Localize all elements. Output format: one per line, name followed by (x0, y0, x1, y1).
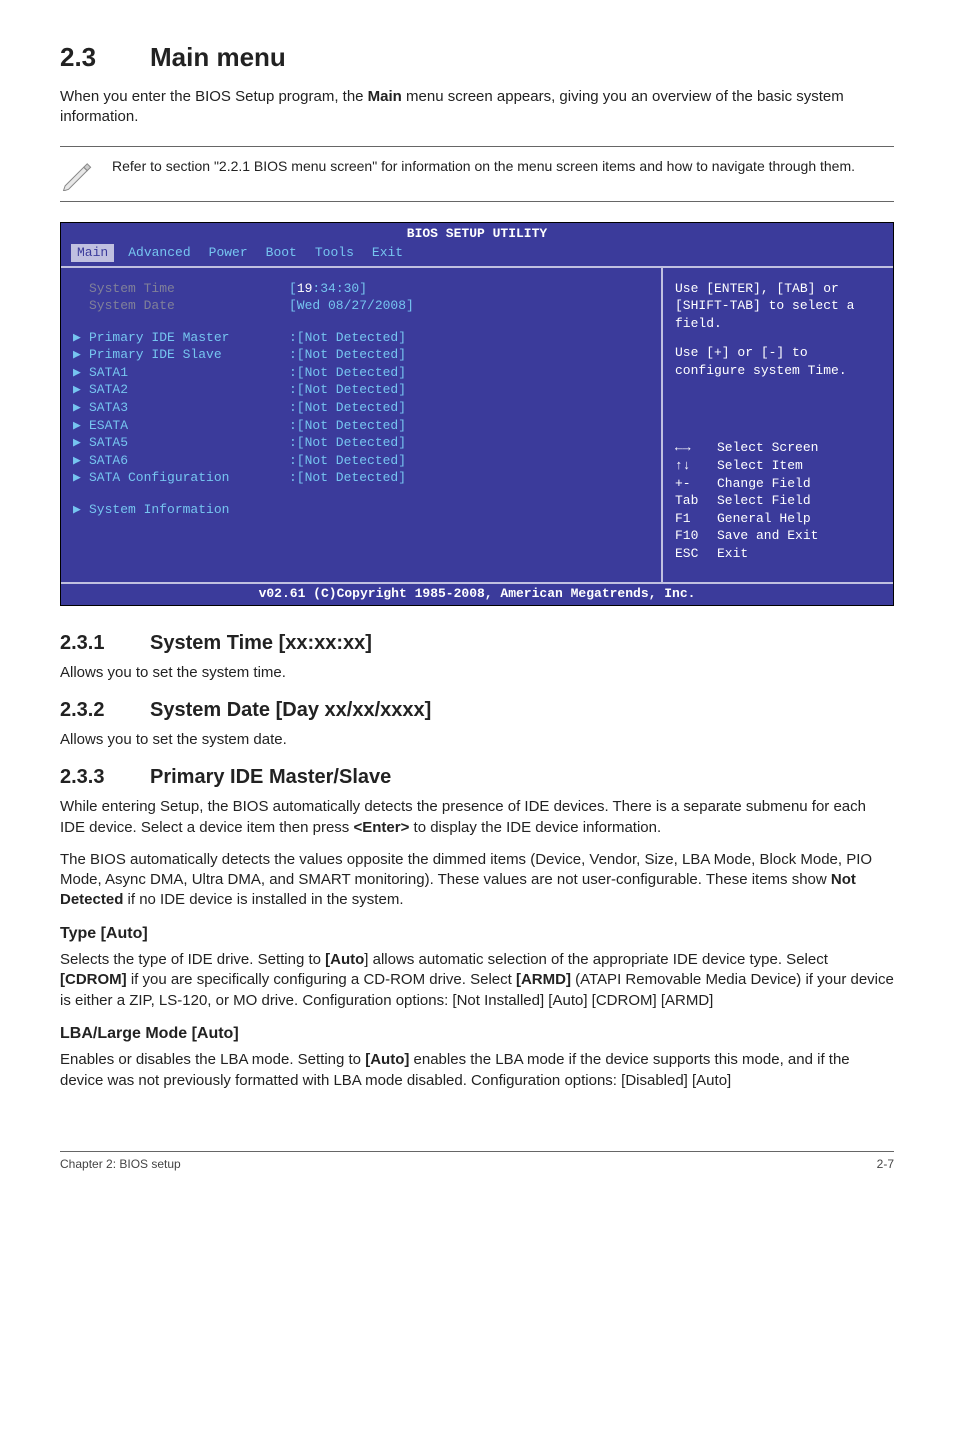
triangle-right-icon: ▶ (73, 346, 89, 364)
bios-tab-exit[interactable]: Exit (372, 244, 421, 262)
section-number: 2.3 (60, 40, 150, 75)
bios-item[interactable]: SATA2 (89, 381, 289, 399)
subsection-heading: 2.3.2System Date [Day xx/xx/xxxx] (60, 697, 894, 724)
bios-title: BIOS SETUP UTILITY (61, 223, 893, 245)
footer-page-number: 2-7 (877, 1156, 894, 1172)
key-arrows-ud-icon: ↑↓ (675, 457, 717, 475)
triangle-right-icon: ▶ (73, 381, 89, 399)
bios-tab-power[interactable]: Power (209, 244, 266, 262)
bios-item[interactable]: SATA5 (89, 434, 289, 452)
bios-item[interactable]: SATA Configuration (89, 469, 289, 487)
pencil-icon (60, 157, 94, 191)
bios-help-text-2: Use [+] or [-] to configure system Time. (675, 344, 883, 379)
triangle-right-icon: ▶ (73, 501, 89, 519)
subsection-heading: 2.3.3Primary IDE Master/Slave (60, 764, 894, 791)
bios-system-date-label[interactable]: System Date (89, 297, 289, 315)
bios-key-legend: ←→Select Screen ↑↓Select Item +-Change F… (675, 439, 883, 562)
bios-screenshot: BIOS SETUP UTILITY Main Advanced Power B… (60, 222, 894, 606)
note-block: Refer to section "2.2.1 BIOS menu screen… (60, 146, 894, 202)
body-text: Allows you to set the system date. (60, 730, 894, 750)
triangle-right-icon: ▶ (73, 452, 89, 470)
body-text: Enables or disables the LBA mode. Settin… (60, 1050, 894, 1091)
bios-left-pane: System Time [19:34:30] System Date [Wed … (61, 268, 663, 583)
bios-menubar: Main Advanced Power Boot Tools Exit (61, 244, 893, 266)
key-arrows-lr-icon: ←→ (675, 439, 717, 457)
bios-item[interactable]: Primary IDE Master (89, 329, 289, 347)
triangle-right-icon: ▶ (73, 469, 89, 487)
bios-item[interactable]: SATA1 (89, 364, 289, 382)
section-heading: 2.3Main menu (60, 40, 894, 75)
body-text: While entering Setup, the BIOS automatic… (60, 797, 894, 838)
page-footer: Chapter 2: BIOS setup 2-7 (60, 1151, 894, 1172)
bios-item[interactable]: System Information (89, 501, 289, 519)
bios-item[interactable]: SATA3 (89, 399, 289, 417)
bios-system-time-value[interactable]: [19:34:30] (289, 280, 367, 298)
triangle-right-icon: ▶ (73, 364, 89, 382)
subsection-heading: 2.3.1System Time [xx:xx:xx] (60, 630, 894, 657)
option-heading: Type [Auto] (60, 923, 894, 945)
bios-item[interactable]: SATA6 (89, 452, 289, 470)
option-heading: LBA/Large Mode [Auto] (60, 1023, 894, 1045)
bios-tab-main[interactable]: Main (71, 244, 114, 262)
bios-tab-tools[interactable]: Tools (315, 244, 372, 262)
bios-help-pane: Use [ENTER], [TAB] or [SHIFT-TAB] to sel… (663, 268, 893, 583)
intro-paragraph: When you enter the BIOS Setup program, t… (60, 87, 894, 128)
triangle-right-icon: ▶ (73, 399, 89, 417)
bios-tab-boot[interactable]: Boot (266, 244, 315, 262)
triangle-right-icon: ▶ (73, 417, 89, 435)
bios-copyright: v02.61 (C)Copyright 1985-2008, American … (61, 582, 893, 605)
triangle-right-icon: ▶ (73, 434, 89, 452)
note-text: Refer to section "2.2.1 BIOS menu screen… (112, 157, 894, 176)
body-text: Allows you to set the system time. (60, 663, 894, 683)
triangle-right-icon: ▶ (73, 329, 89, 347)
body-text: Selects the type of IDE drive. Setting t… (60, 950, 894, 1011)
bios-tab-advanced[interactable]: Advanced (128, 244, 208, 262)
footer-chapter: Chapter 2: BIOS setup (60, 1156, 181, 1172)
bios-help-text-1: Use [ENTER], [TAB] or [SHIFT-TAB] to sel… (675, 280, 883, 333)
body-text: The BIOS automatically detects the value… (60, 850, 894, 911)
bios-item[interactable]: ESATA (89, 417, 289, 435)
bios-system-date-value[interactable]: [Wed 08/27/2008] (289, 297, 414, 315)
bios-item[interactable]: Primary IDE Slave (89, 346, 289, 364)
intro-bold: Main (368, 88, 402, 105)
bios-system-time-label[interactable]: System Time (89, 280, 289, 298)
section-title: Main menu (150, 42, 286, 72)
